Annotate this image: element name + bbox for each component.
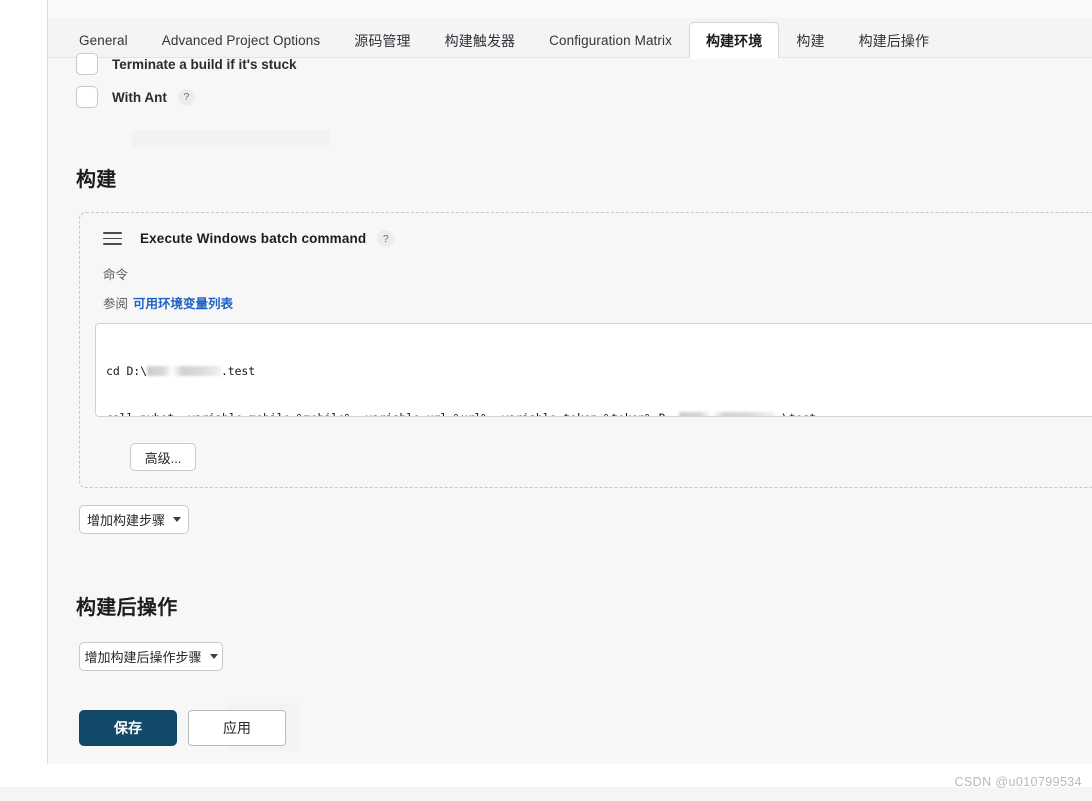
tab-source-code-management[interactable]: 源码管理 xyxy=(337,22,427,58)
command-line-1-pre: cd D:\ xyxy=(106,364,147,378)
tab-label: Configuration Matrix xyxy=(549,33,672,48)
add-post-build-step-button[interactable]: 增加构建后操作步骤 xyxy=(79,642,223,671)
app-window: General Advanced Project Options 源码管理 构建… xyxy=(0,0,1092,801)
command-line-1-post: .test xyxy=(220,364,256,378)
help-icon[interactable]: ? xyxy=(377,230,395,247)
checkbox-terminate-build[interactable] xyxy=(76,53,98,75)
command-line-2: call pybot —variable mobile:%mobile% —va… xyxy=(106,411,1092,417)
save-button[interactable]: 保存 xyxy=(79,710,177,746)
add-post-build-step-label: 增加构建后操作步骤 xyxy=(84,650,202,665)
add-build-step-label: 增加构建步骤 xyxy=(86,513,165,528)
tab-label: 源码管理 xyxy=(354,32,411,49)
env-variables-link[interactable]: 可用环境变量列表 xyxy=(133,293,233,312)
section-title-build: 构建 xyxy=(76,169,117,191)
help-icon[interactable]: ? xyxy=(177,88,195,106)
add-build-step-button[interactable]: 增加构建步骤 xyxy=(79,505,189,534)
tab-build-triggers[interactable]: 构建触发器 xyxy=(428,22,533,58)
tab-list: General Advanced Project Options 源码管理 构建… xyxy=(62,18,946,58)
chevron-down-icon xyxy=(173,517,181,522)
checkbox-row-terminate-build[interactable]: Terminate a build if it's stuck xyxy=(76,53,297,75)
tab-post-build-actions[interactable]: 构建后操作 xyxy=(842,22,947,58)
checkbox-label: With Ant xyxy=(112,89,167,105)
tab-build[interactable]: 构建 xyxy=(779,22,841,58)
command-field-label: 命令 xyxy=(103,268,129,282)
apply-button-label: 应用 xyxy=(223,720,251,736)
config-content: Terminate a build if it's stuck With Ant… xyxy=(48,53,1092,764)
tab-label: 构建环境 xyxy=(705,32,763,49)
apply-button[interactable]: 应用 xyxy=(188,710,286,746)
command-textarea[interactable]: cd D:\ .test call pybot —variable mobile:… xyxy=(95,323,1092,417)
redacted-path-2 xyxy=(679,412,776,416)
advanced-button[interactable]: 高级... xyxy=(130,443,196,471)
chevron-down-icon xyxy=(209,654,218,659)
checkbox-row-with-ant[interactable]: With Ant ? xyxy=(76,86,195,108)
command-line-2-pre: call pybot —variable mobile:%mobile% —va… xyxy=(106,411,679,417)
top-sliver xyxy=(48,0,1092,18)
watermark: CSDN @u010799534 xyxy=(954,775,1082,789)
command-hint: 参阅 可用环境变量列表 xyxy=(103,293,233,312)
command-line-2-post: \test xyxy=(775,411,816,417)
builder-title: Execute Windows batch command xyxy=(140,231,367,246)
checkbox-with-ant[interactable] xyxy=(76,86,98,108)
tab-label: 构建后操作 xyxy=(858,32,930,49)
hint-prefix: 参阅 xyxy=(103,297,129,311)
config-tab-bar: General Advanced Project Options 源码管理 构建… xyxy=(48,18,1092,58)
builder-header: Execute Windows batch command ? xyxy=(103,230,395,247)
hamburger-drag-icon[interactable] xyxy=(103,232,122,245)
redacted-path-1 xyxy=(146,365,221,376)
tab-label: Advanced Project Options xyxy=(161,33,321,48)
command-textarea-value: cd D:\ .test call pybot —variable mobile:… xyxy=(96,324,1092,417)
ghost-band xyxy=(132,130,330,147)
tab-build-environment[interactable]: 构建环境 xyxy=(688,22,780,58)
tab-configuration-matrix[interactable]: Configuration Matrix xyxy=(532,22,689,58)
tab-label: 构建触发器 xyxy=(444,32,516,49)
advanced-button-label: 高级... xyxy=(144,450,182,466)
config-page-panel: General Advanced Project Options 源码管理 构建… xyxy=(47,0,1092,764)
section-title-post-build: 构建后操作 xyxy=(76,597,178,619)
command-line-1: cd D:\ .test xyxy=(106,364,1092,380)
builder-panel-execute-windows-batch-command: Execute Windows batch command ? 命令 参阅 可用… xyxy=(79,212,1092,488)
tab-label: General xyxy=(79,33,128,48)
save-button-label: 保存 xyxy=(114,720,142,736)
tab-label: 构建 xyxy=(796,32,825,49)
checkbox-label: Terminate a build if it's stuck xyxy=(112,56,297,72)
bottom-strip xyxy=(0,787,1092,801)
